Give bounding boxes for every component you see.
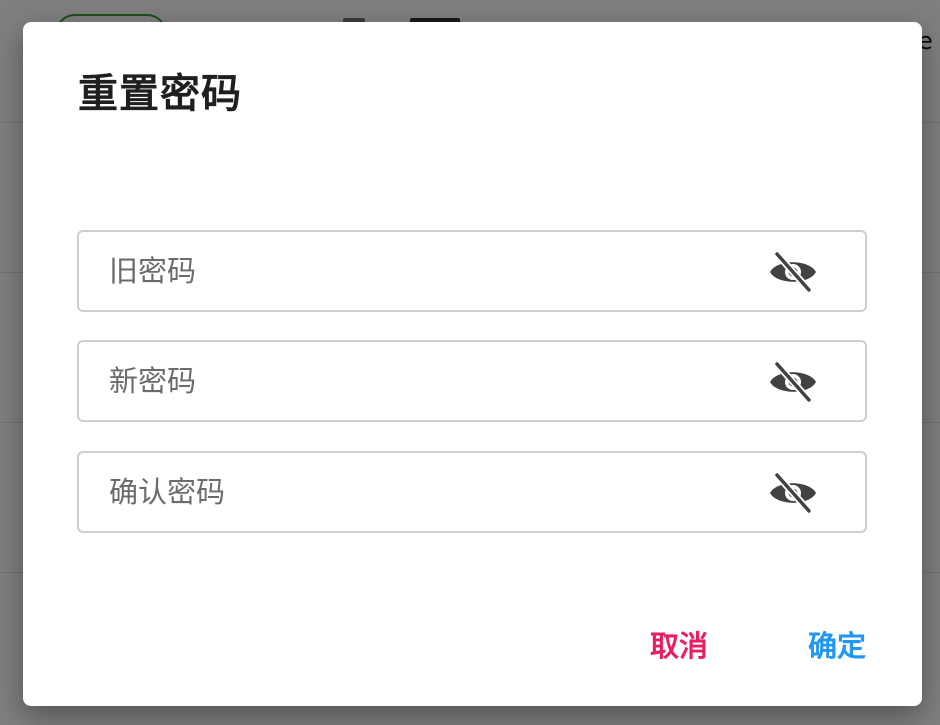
eye-off-icon[interactable] bbox=[767, 251, 819, 293]
new-password-input[interactable] bbox=[109, 342, 749, 420]
dialog-title: 重置密码 bbox=[78, 71, 242, 117]
confirm-password-input[interactable] bbox=[109, 453, 749, 531]
reset-password-dialog: 重置密码 取消 确定 bbox=[23, 22, 922, 706]
new-password-field bbox=[77, 340, 867, 422]
eye-off-icon[interactable] bbox=[767, 361, 819, 403]
dialog-actions: 取消 确定 bbox=[650, 626, 866, 666]
eye-off-icon[interactable] bbox=[767, 472, 819, 514]
old-password-input[interactable] bbox=[109, 232, 749, 310]
cancel-button[interactable]: 取消 bbox=[650, 626, 708, 666]
confirm-button[interactable]: 确定 bbox=[808, 626, 866, 666]
old-password-field bbox=[77, 230, 867, 312]
confirm-password-field bbox=[77, 451, 867, 533]
